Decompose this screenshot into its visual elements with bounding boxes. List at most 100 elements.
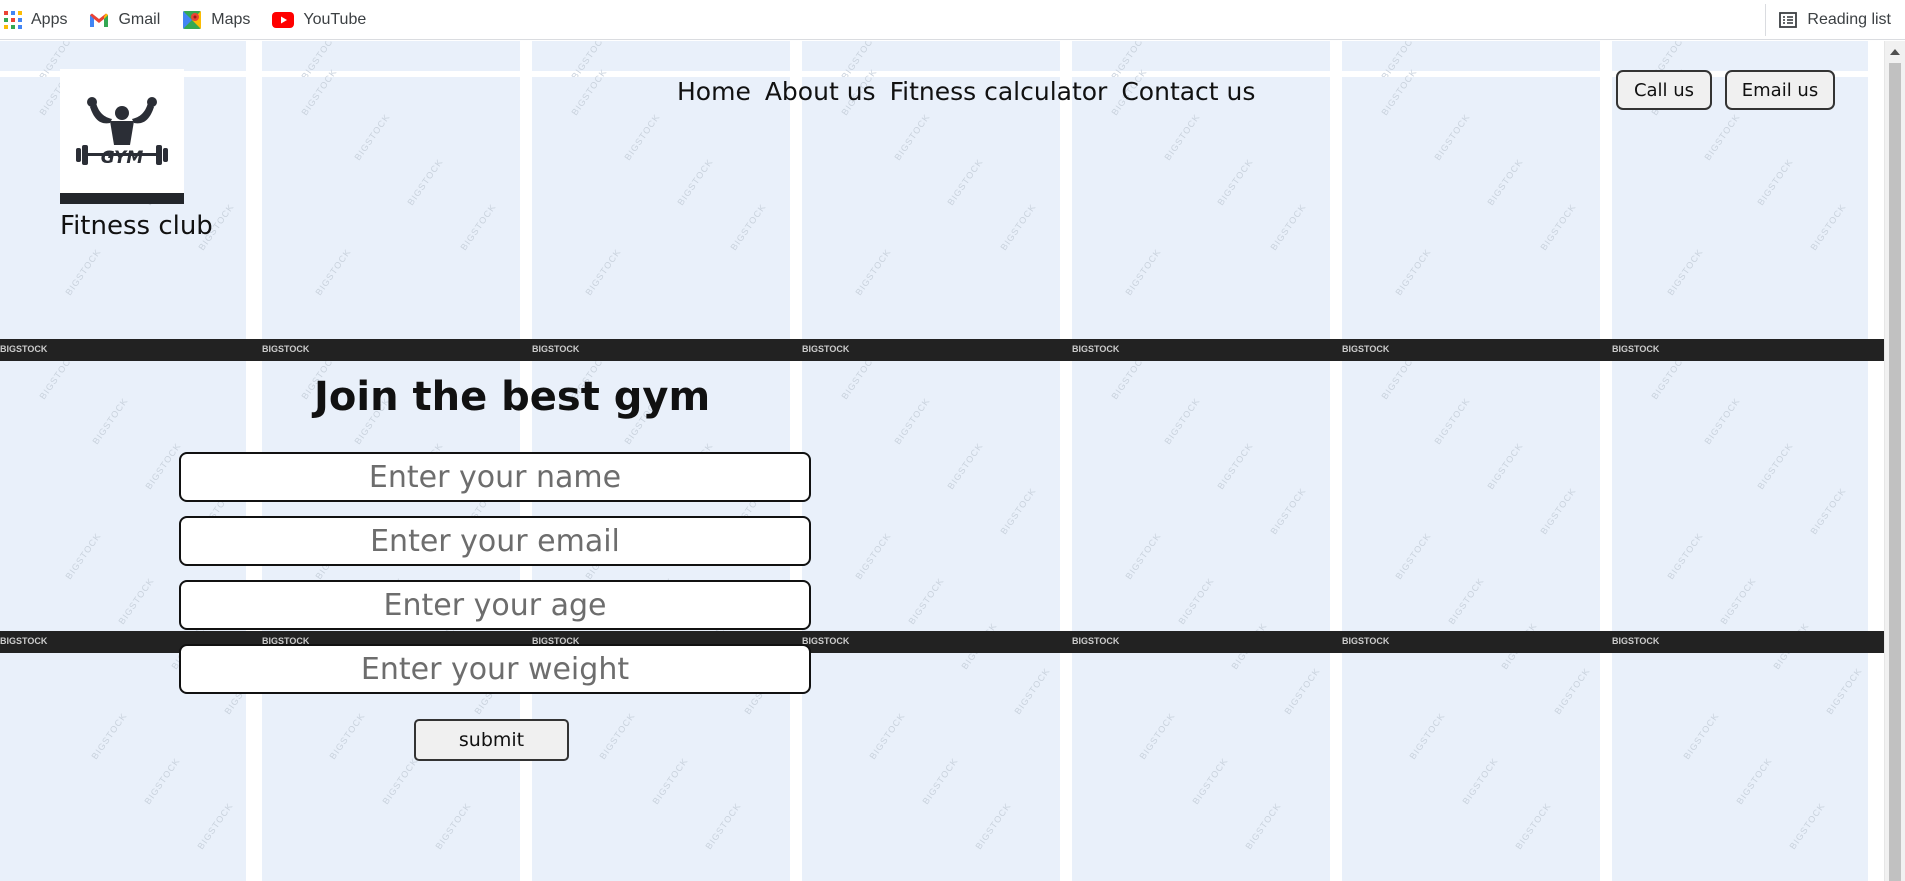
bookmark-gmail[interactable]: Gmail — [79, 4, 170, 36]
watermark-text: BIGSTOCK — [327, 710, 367, 762]
email-input[interactable] — [179, 516, 811, 566]
watermark-text: BIGSTOCK — [650, 755, 690, 807]
bookmarks-bar: Apps Gmail Maps YouTube Reading list — [0, 0, 1905, 40]
vertical-scrollbar[interactable] — [1884, 41, 1905, 881]
background-tile: BIGSTOCK — [1072, 41, 1330, 81]
watermark-text: BIGSTOCK — [998, 485, 1038, 537]
watermark-text: BIGSTOCK — [90, 395, 130, 447]
background-tile: BIGSTOCK — [262, 41, 520, 81]
background-tile: BIGSTOCK — [1612, 41, 1868, 81]
background-tile: BIGSTOCK BIGSTOCK BIGSTOCK BIGSTOCK BIGSTOCK… — [802, 351, 1060, 881]
watermark-text: BIGSTOCK — [1123, 530, 1163, 582]
call-us-button[interactable]: Call us — [1616, 70, 1712, 110]
strip-brand-text: BIGSTOCK — [1072, 636, 1120, 646]
watermark-text: BIGSTOCK — [945, 440, 985, 492]
nav-about-us[interactable]: About us — [765, 77, 876, 106]
watermark-text: BIGSTOCK — [892, 395, 932, 447]
watermark-text: BIGSTOCK — [906, 575, 946, 627]
email-us-button[interactable]: Email us — [1725, 70, 1835, 110]
watermark-text: BIGSTOCK — [1702, 395, 1742, 447]
watermark-text: BIGSTOCK — [945, 156, 985, 208]
watermark-text: BIGSTOCK — [1446, 575, 1486, 627]
watermark-text: BIGSTOCK — [380, 755, 420, 807]
reading-list-button[interactable]: Reading list — [1765, 4, 1905, 36]
nav-fitness-calculator[interactable]: Fitness calculator — [890, 77, 1108, 106]
strip-brand-text: BIGSTOCK — [532, 344, 580, 354]
weight-input[interactable] — [179, 644, 811, 694]
watermark-text: BIGSTOCK — [853, 530, 893, 582]
strip-brand-text: BIGSTOCK — [802, 344, 850, 354]
background-tile: BIGSTOCK — [1342, 41, 1600, 81]
watermark-text: BIGSTOCK — [1513, 800, 1553, 852]
watermark-text: BIGSTOCK — [1407, 710, 1447, 762]
watermark-text: BIGSTOCK — [597, 710, 637, 762]
bookmark-maps[interactable]: Maps — [172, 4, 260, 36]
watermark-text: BIGSTOCK — [1681, 710, 1721, 762]
watermark-text: BIGSTOCK — [1190, 755, 1230, 807]
background-tile: BIGSTOCKBIGSTOCKBIGSTOCKBIGSTOCKBIGSTOCK — [802, 67, 1060, 339]
watermark-text: BIGSTOCK — [1215, 440, 1255, 492]
strip-brand-text: BIGSTOCK — [0, 636, 48, 646]
watermark-text: BIGSTOCK — [1268, 485, 1308, 537]
bookmark-youtube[interactable]: YouTube — [262, 4, 376, 36]
watermark-text: BIGSTOCK — [1734, 755, 1774, 807]
scroll-up-arrow-icon[interactable] — [1890, 49, 1900, 55]
gmail-icon — [90, 13, 109, 27]
bookmark-label: YouTube — [303, 10, 367, 28]
watermark-text: BIGSTOCK — [1538, 201, 1578, 253]
background-tile: BIGSTOCKBIGSTOCKBIGSTOCKBIGSTOCKBIGSTOCK — [1612, 67, 1868, 339]
watermark-text: BIGSTOCK — [116, 575, 156, 627]
watermark-text: BIGSTOCK — [142, 755, 182, 807]
nav-home[interactable]: Home — [677, 77, 751, 106]
reading-list-label: Reading list — [1807, 11, 1891, 28]
watermark-text: BIGSTOCK — [1215, 156, 1255, 208]
nav-contact-us[interactable]: Contact us — [1121, 77, 1255, 106]
strip-brand-text: BIGSTOCK — [1612, 344, 1660, 354]
logo-footer — [60, 193, 184, 204]
bookmark-apps[interactable]: Apps — [2, 4, 77, 36]
watermark-text: BIGSTOCK — [1787, 800, 1827, 852]
background-tile: BIGSTOCKBIGSTOCKBIGSTOCKBIGSTOCKBIGSTOCK — [1342, 67, 1600, 339]
watermark-text: BIGSTOCK — [1460, 755, 1500, 807]
strip-brand-text: BIGSTOCK — [1342, 636, 1390, 646]
bookmark-label: Gmail — [118, 10, 161, 28]
strip-brand-text: BIGSTOCK — [1072, 344, 1120, 354]
watermark-text: BIGSTOCK — [1176, 575, 1216, 627]
background-tile: BIGSTOCK BIGSTOCK BIGSTOCK BIGSTOCK BIGSTOCK… — [1612, 351, 1868, 881]
watermark-text: BIGSTOCK — [63, 246, 103, 298]
strip-brand-text: BIGSTOCK — [802, 636, 850, 646]
watermark-text: BIGSTOCK — [1432, 395, 1472, 447]
form-title: Join the best gym — [314, 374, 711, 420]
strip-brand-text: BIGSTOCK — [1342, 344, 1390, 354]
bookmark-label: Maps — [211, 10, 251, 28]
background-tile: BIGSTOCKBIGSTOCKBIGSTOCKBIGSTOCKBIGSTOCK — [1072, 67, 1330, 339]
watermark-text: BIGSTOCK — [1808, 201, 1848, 253]
name-input[interactable] — [179, 452, 811, 502]
watermark-text: BIGSTOCK — [867, 710, 907, 762]
watermark-text: BIGSTOCK — [352, 111, 392, 163]
background-tile: BIGSTOCK BIGSTOCK BIGSTOCK BIGSTOCK BIGSTOCK… — [1072, 351, 1330, 881]
apps-grid-icon — [4, 10, 22, 29]
watermark-strip: BIGSTOCK BIGSTOCK BIGSTOCK BIGSTOCK BIGSTOCK… — [0, 339, 1884, 361]
watermark-text: BIGSTOCK — [63, 530, 103, 582]
background-tile: BIGSTOCK — [532, 41, 790, 81]
submit-button[interactable]: submit — [414, 719, 569, 761]
age-input[interactable] — [179, 580, 811, 630]
reading-list-icon — [1779, 12, 1798, 28]
gym-logo[interactable]: GYM — [60, 69, 184, 204]
watermark-text: BIGSTOCK — [1702, 111, 1742, 163]
watermark-text: BIGSTOCK — [1665, 530, 1705, 582]
watermark-text: BIGSTOCK — [1718, 575, 1758, 627]
watermark-text: BIGSTOCK — [1123, 246, 1163, 298]
watermark-text: BIGSTOCK — [1432, 111, 1472, 163]
scroll-thumb[interactable] — [1889, 63, 1901, 881]
watermark-text: BIGSTOCK — [1808, 485, 1848, 537]
watermark-text: BIGSTOCK — [313, 246, 353, 298]
watermark-text: BIGSTOCK — [853, 246, 893, 298]
youtube-icon — [272, 11, 295, 28]
bookmark-label: Apps — [31, 10, 68, 28]
watermark-text: BIGSTOCK — [1243, 800, 1283, 852]
watermark-text: BIGSTOCK — [1538, 485, 1578, 537]
watermark-text: BIGSTOCK — [1755, 440, 1795, 492]
watermark-text: BIGSTOCK — [1268, 201, 1308, 253]
